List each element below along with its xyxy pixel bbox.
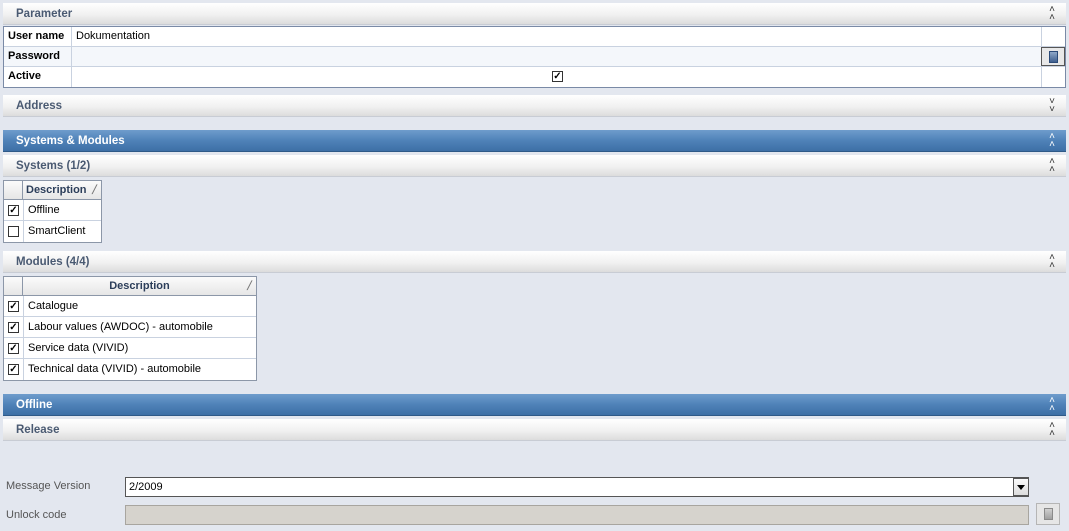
unlock-code-label: Unlock code: [6, 509, 67, 521]
cell-divider: [23, 338, 24, 359]
password-keypad-button[interactable]: [1041, 47, 1065, 66]
sort-icon: ╱: [247, 281, 252, 290]
chevron-double-up-icon[interactable]: ˄ ˄: [1048, 5, 1056, 23]
row-checkbox[interactable]: [8, 226, 19, 237]
password-input[interactable]: [76, 47, 1036, 66]
column-title: Description: [109, 280, 170, 292]
unlock-code-keypad-button[interactable]: [1036, 503, 1060, 525]
grid-select-header: [4, 277, 23, 296]
section-title: Offline: [16, 399, 53, 411]
row-label: Catalogue: [28, 300, 79, 312]
chevron-double-up-icon[interactable]: ˄ ˄: [1048, 253, 1056, 271]
section-title: Address: [16, 100, 63, 112]
chevron-double-up-icon[interactable]: ˄ ˄: [1048, 157, 1056, 175]
chevron-double-down-icon[interactable]: ˅ ˅: [1048, 97, 1056, 115]
description-column-header[interactable]: Description ╱: [23, 277, 256, 296]
cell-divider: [23, 221, 24, 242]
release-section-header[interactable]: Release ˄ ˄: [3, 419, 1066, 441]
parameter-row-username: User name Dokumentation: [4, 27, 1065, 47]
cell-divider: [23, 200, 24, 221]
chevron-double-up-icon[interactable]: ˄ ˄: [1048, 396, 1056, 414]
systems-grid: Description ╱ ✓ Offline SmartClient: [3, 180, 102, 243]
sort-icon: ╱: [92, 185, 97, 194]
triangle-down-icon: [1017, 485, 1025, 490]
row-label: Service data (VIVID): [28, 342, 129, 354]
cell-divider: [23, 359, 24, 380]
section-title: Release: [16, 424, 60, 436]
section-title: Modules (4/4): [16, 256, 90, 268]
parameter-section-header[interactable]: Parameter ˄ ˄: [3, 3, 1066, 25]
offline-section-header[interactable]: Offline ˄ ˄: [3, 394, 1066, 416]
parameter-table: User name Dokumentation Password Active …: [3, 26, 1066, 88]
row-checkbox[interactable]: ✓: [8, 301, 19, 312]
row-label: SmartClient: [28, 225, 86, 237]
row-checkbox[interactable]: ✓: [8, 205, 19, 216]
row-checkbox[interactable]: ✓: [8, 343, 19, 354]
unlock-code-input[interactable]: [125, 505, 1029, 525]
message-version-label: Message Version: [6, 480, 91, 492]
systems-section-header[interactable]: Systems (1/2) ˄ ˄: [3, 155, 1066, 177]
cell-divider: [23, 317, 24, 338]
row-label: Technical data (VIVID) - automobile: [28, 363, 202, 375]
row-label: Offline: [28, 204, 60, 216]
description-column-header[interactable]: Description ╱: [23, 181, 101, 200]
keypad-icon: [1049, 51, 1058, 63]
dropdown-button[interactable]: [1013, 478, 1029, 496]
section-title: Parameter: [16, 8, 73, 20]
address-section-header[interactable]: Address ˅ ˅: [3, 95, 1066, 117]
chevron-double-up-icon[interactable]: ˄ ˄: [1048, 421, 1056, 439]
keypad-icon: [1044, 508, 1053, 520]
table-row[interactable]: ✓ Technical data (VIVID) - automobile: [4, 359, 256, 380]
row-checkbox[interactable]: ✓: [8, 322, 19, 333]
table-row[interactable]: ✓ Catalogue: [4, 296, 256, 317]
selected-value: 2/2009: [129, 481, 163, 493]
column-title: Description: [26, 184, 87, 196]
section-title: Systems (1/2): [16, 160, 91, 172]
row-end-cell: [1041, 67, 1065, 87]
row-checkbox[interactable]: ✓: [8, 364, 19, 375]
message-version-select[interactable]: 2/2009: [125, 477, 1029, 497]
field-label: User name: [4, 27, 72, 46]
field-label: Password: [4, 47, 72, 66]
table-row[interactable]: ✓ Offline: [4, 200, 101, 221]
table-row[interactable]: ✓ Labour values (AWDOC) - automobile: [4, 317, 256, 338]
username-input[interactable]: Dokumentation: [76, 27, 150, 46]
section-title: Systems & Modules: [16, 135, 125, 147]
row-label: Labour values (AWDOC) - automobile: [28, 321, 213, 333]
modules-section-header[interactable]: Modules (4/4) ˄ ˄: [3, 251, 1066, 273]
table-row[interactable]: ✓ Service data (VIVID): [4, 338, 256, 359]
table-row[interactable]: SmartClient: [4, 221, 101, 242]
parameter-row-active: Active ✓: [4, 67, 1065, 87]
row-end-cell: [1041, 27, 1065, 46]
grid-select-header: [4, 181, 23, 200]
cell-divider: [23, 296, 24, 317]
systems-modules-section-header[interactable]: Systems & Modules ˄ ˄: [3, 130, 1066, 152]
parameter-row-password: Password: [4, 47, 1065, 67]
chevron-double-up-icon[interactable]: ˄ ˄: [1048, 132, 1056, 150]
modules-grid: Description ╱ ✓ Catalogue ✓ Labour value…: [3, 276, 257, 381]
active-checkbox[interactable]: ✓: [552, 71, 563, 82]
field-label: Active: [4, 67, 72, 87]
